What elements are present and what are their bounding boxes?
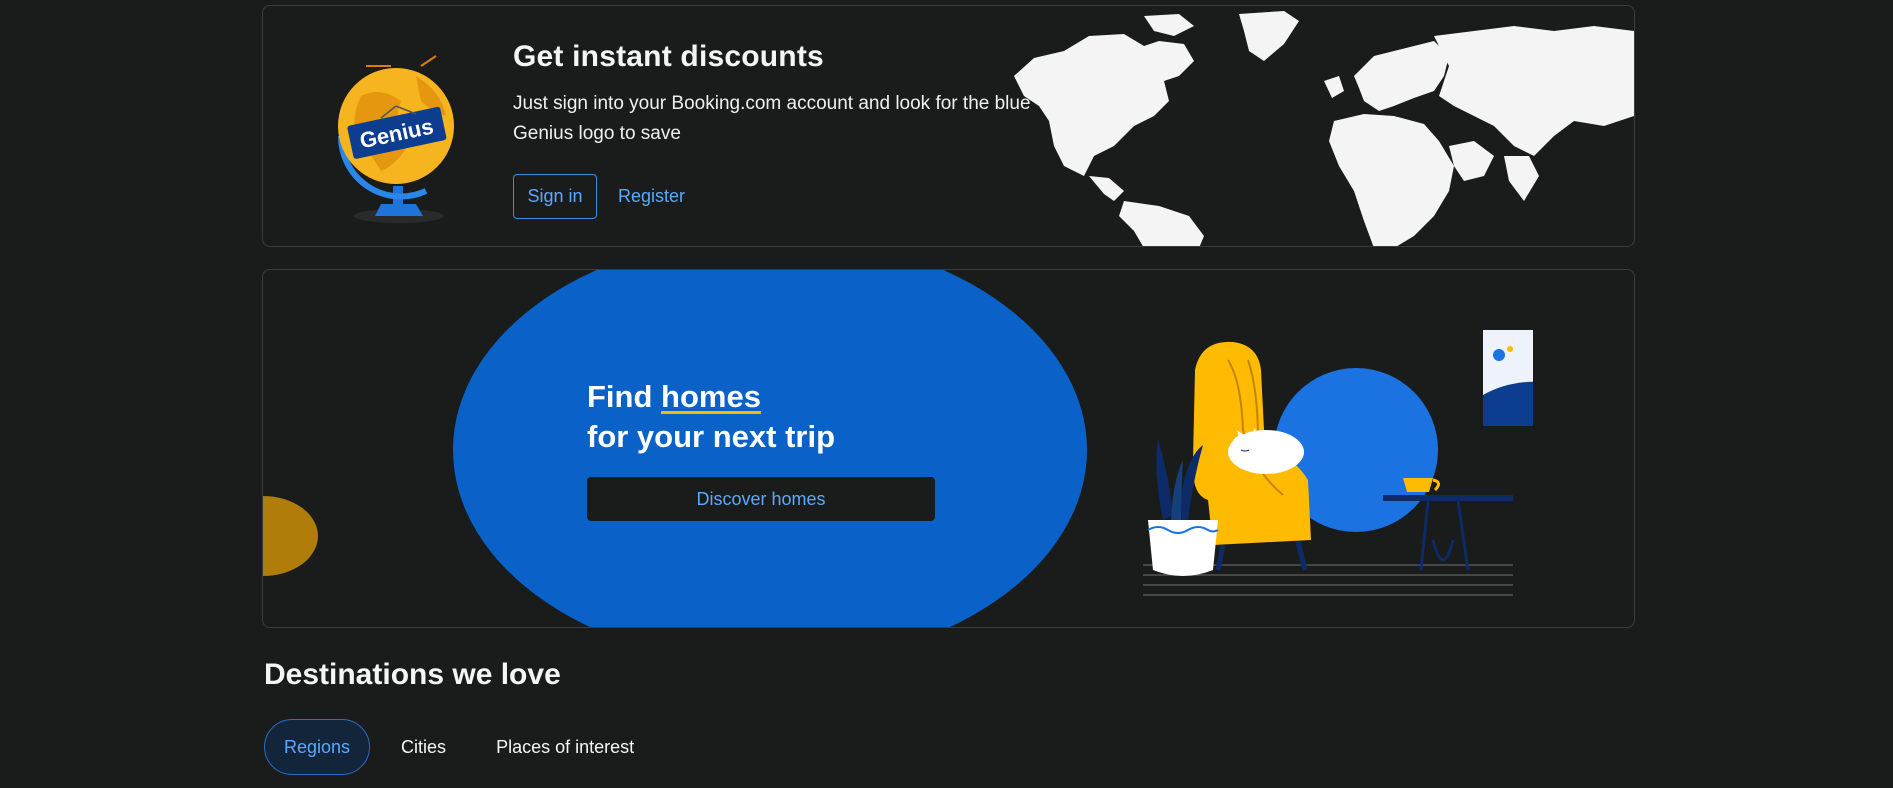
tab-places-of-interest[interactable]: Places of interest bbox=[477, 719, 653, 775]
genius-globe-icon: Genius bbox=[337, 55, 454, 223]
yellow-circle-decoration bbox=[263, 496, 318, 576]
genius-discount-card: Genius Get instant discounts Just sign i… bbox=[262, 5, 1635, 247]
register-link[interactable]: Register bbox=[618, 174, 685, 219]
destinations-title: Destinations we love bbox=[264, 658, 561, 691]
homes-title-highlight: homes bbox=[661, 379, 761, 414]
sign-in-button[interactable]: Sign in bbox=[513, 174, 597, 219]
page: Genius Get instant discounts Just sign i… bbox=[0, 0, 1893, 788]
homes-title-prefix: Find bbox=[587, 379, 662, 414]
destinations-tabs: Regions Cities Places of interest bbox=[264, 718, 665, 776]
homes-title: Find homes for your next trip bbox=[587, 377, 835, 457]
tab-cities[interactable]: Cities bbox=[382, 719, 465, 775]
tab-regions[interactable]: Regions bbox=[264, 719, 371, 775]
find-homes-card: Find homes for your next trip Discover h… bbox=[262, 269, 1635, 628]
homes-title-line2: for your next trip bbox=[587, 419, 836, 454]
discover-homes-button[interactable]: Discover homes bbox=[587, 477, 935, 521]
genius-description: Just sign into your Booking.com account … bbox=[513, 93, 1031, 144]
armchair-cat-illustration bbox=[1143, 330, 1533, 596]
genius-title: Get instant discounts bbox=[513, 40, 824, 73]
